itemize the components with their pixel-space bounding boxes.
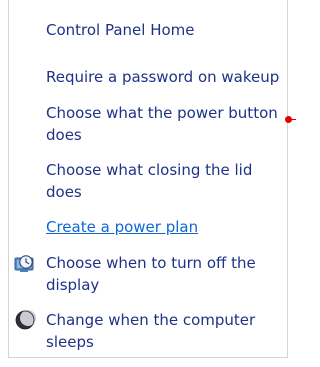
turn-off-display-link[interactable]: Choose when to turn off the display: [46, 252, 282, 296]
computer-sleeps-link[interactable]: Change when the computer sleeps: [46, 309, 282, 353]
create-power-plan-link[interactable]: Create a power plan: [46, 216, 282, 238]
moon-icon: [14, 309, 36, 331]
selection-marker-line: [289, 119, 296, 120]
power-button-link[interactable]: Choose what the power button does: [46, 102, 282, 146]
control-panel-home-link[interactable]: Control Panel Home: [46, 19, 282, 41]
require-password-link[interactable]: Require a password on wakeup: [46, 66, 282, 88]
closing-lid-link[interactable]: Choose what closing the lid does: [46, 159, 282, 203]
clock-monitor-icon: [13, 253, 35, 275]
